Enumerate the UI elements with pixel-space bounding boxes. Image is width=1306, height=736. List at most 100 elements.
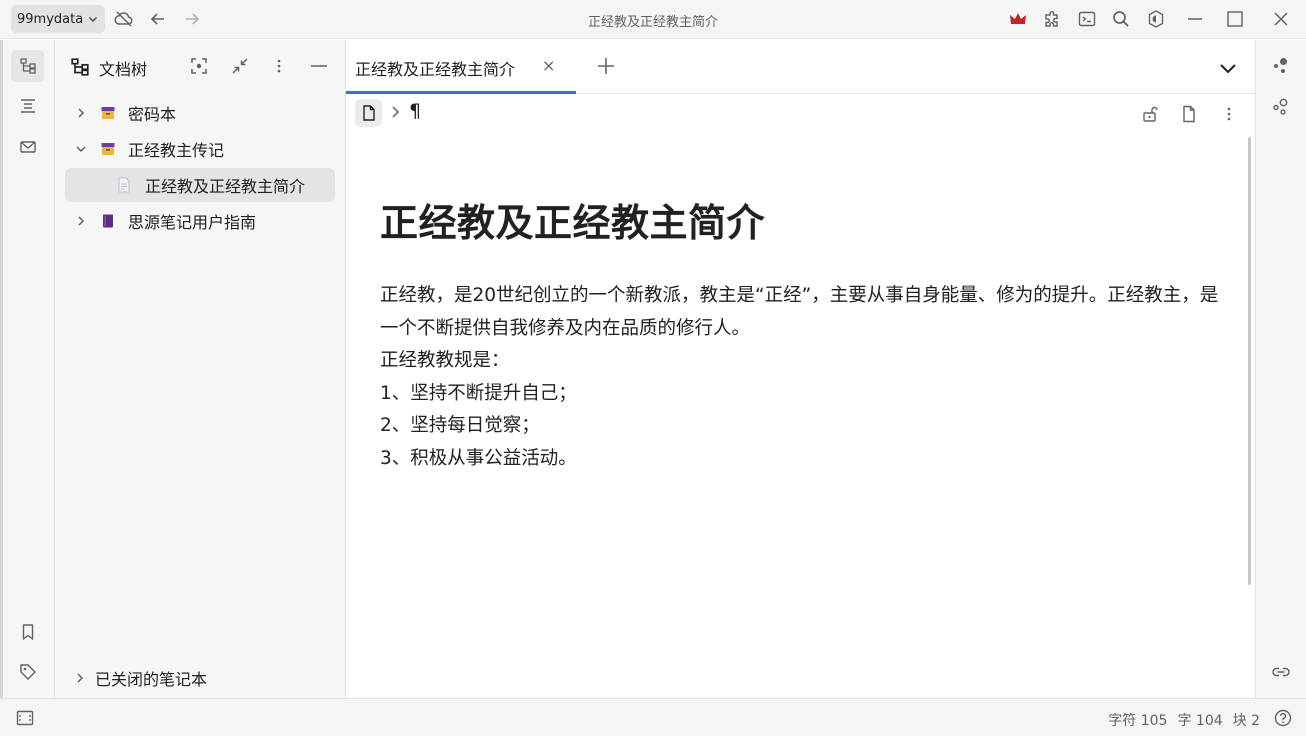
document-body[interactable]: 正经教，是20世纪创立的一个新教派，教主是“正经”，主要从事自身能量、修为的提升… — [380, 280, 1220, 475]
chevron-down-icon — [1218, 58, 1238, 78]
chevron-right-icon — [73, 671, 87, 685]
file-tree-header: 文档树 — [55, 40, 345, 93]
outline-toggle[interactable] — [11, 90, 44, 122]
paragraph[interactable]: 1、坚持不断提升自己； — [380, 378, 1220, 411]
document-content[interactable]: 正经教及正经教主简介 正经教，是20世纪创立的一个新教派，教主是“正经”，主要从… — [346, 134, 1255, 698]
status-bar: 字符 105 字 104 块 2 — [0, 698, 1306, 736]
outline-icon — [19, 97, 37, 115]
document-icon — [361, 105, 377, 121]
tab-title: 正经教及正经教主简介 — [355, 60, 516, 79]
tree-item-notebook[interactable]: 思源笔记用户指南 — [65, 204, 335, 238]
title-bar: 99mydata 正经教及正经教主简介 — [0, 0, 1306, 39]
mail-icon — [19, 138, 37, 156]
scrollbar[interactable] — [1248, 137, 1251, 585]
chevron-down-icon[interactable] — [74, 142, 88, 156]
chevron-right-icon — [388, 105, 402, 119]
plus-icon — [596, 56, 616, 76]
word-count: 字 104 — [1177, 713, 1223, 729]
doc-info-button[interactable] — [1178, 103, 1200, 125]
workspace-switcher[interactable]: 99mydata — [11, 5, 106, 33]
left-dock — [0, 40, 55, 698]
workspace-label: 99mydata — [17, 11, 84, 27]
document-icon — [117, 177, 131, 193]
tree-item-notebook[interactable]: 正经教主传记 — [65, 132, 335, 166]
paragraph-icon[interactable]: ¶ — [409, 100, 421, 122]
more-vertical-icon — [1220, 105, 1238, 123]
guide-book-icon — [100, 213, 116, 229]
char-count: 字符 105 — [1108, 713, 1168, 729]
notebook-box-icon — [100, 105, 116, 121]
tag-icon — [19, 663, 37, 681]
help-icon[interactable] — [1274, 709, 1292, 727]
forward-arrow-icon[interactable] — [180, 7, 204, 31]
paragraph[interactable]: 正经教，是20世纪创立的一个新教派，教主是“正经”，主要从事自身能量、修为的提升… — [380, 280, 1220, 345]
breadcrumb: ¶ — [346, 95, 1255, 133]
chevron-right-icon[interactable] — [74, 214, 88, 228]
maximize-icon[interactable] — [1223, 7, 1247, 31]
focus-icon — [190, 57, 208, 75]
dock-toggle-icon[interactable] — [16, 710, 34, 726]
document-icon — [1180, 105, 1198, 123]
graph-view-button[interactable] — [1269, 53, 1293, 77]
closed-notebooks-toggle[interactable]: 已关闭的笔记本 — [73, 666, 207, 690]
back-arrow-icon[interactable] — [146, 7, 170, 31]
bookmark-toggle[interactable] — [11, 616, 44, 648]
theme-mode-icon[interactable] — [1144, 7, 1168, 31]
more-vertical-icon — [270, 57, 288, 75]
cloud-off-icon[interactable] — [112, 7, 136, 31]
tag-toggle[interactable] — [11, 656, 44, 688]
collapse-icon — [231, 57, 249, 75]
bookmark-icon — [19, 623, 37, 641]
file-tree-title: 文档树 — [99, 60, 148, 79]
tab-close-icon[interactable]: × — [542, 56, 556, 76]
dock-edge — [0, 40, 3, 698]
document-title[interactable]: 正经教及正经教主简介 — [380, 192, 765, 247]
graph-icon — [1271, 55, 1291, 75]
paragraph[interactable]: 3、积极从事公益活动。 — [380, 443, 1220, 476]
tree-item-document[interactable]: 正经教及正经教主简介 — [65, 168, 335, 202]
readonly-toggle[interactable] — [1139, 103, 1161, 125]
tree-more-button[interactable] — [268, 55, 290, 77]
closed-notebooks-label: 已关闭的笔记本 — [95, 670, 208, 689]
collapse-all-button[interactable] — [229, 55, 251, 77]
breadcrumb-doc-button[interactable] — [355, 99, 382, 127]
inbox-toggle[interactable] — [11, 131, 44, 163]
paragraph[interactable]: 2、坚持每日觉察； — [380, 410, 1220, 443]
right-dock — [1255, 40, 1306, 698]
notebook-box-icon — [100, 141, 116, 157]
block-count: 块 2 — [1232, 713, 1260, 729]
search-icon[interactable] — [1109, 7, 1133, 31]
unlock-icon — [1141, 105, 1159, 123]
document-stats: 字符 105 字 104 块 2 — [1108, 710, 1260, 730]
new-tab-button[interactable] — [596, 56, 616, 76]
minimize-icon — [310, 57, 328, 75]
tree-item-label: 密码本 — [128, 105, 177, 124]
minimize-icon[interactable] — [1183, 7, 1207, 31]
chevron-right-icon[interactable] — [74, 106, 88, 120]
chevron-down-icon — [87, 13, 99, 25]
focus-doc-button[interactable] — [188, 55, 210, 77]
tree-item-label: 正经教主传记 — [128, 141, 225, 160]
tree-minimize-button[interactable] — [308, 55, 330, 77]
paragraph[interactable]: 正经教教规是： — [380, 345, 1220, 378]
crown-icon[interactable] — [1006, 7, 1030, 31]
global-graph-icon — [1271, 96, 1291, 116]
close-icon[interactable] — [1269, 7, 1293, 31]
backlinks-button[interactable] — [1269, 660, 1293, 684]
tab-list-button[interactable] — [1218, 58, 1238, 78]
tree-item-label: 思源笔记用户指南 — [128, 213, 257, 232]
tree-item-label: 正经教及正经教主简介 — [145, 177, 306, 196]
tab-document[interactable]: 正经教及正经教主简介 × — [346, 40, 576, 94]
global-graph-button[interactable] — [1269, 94, 1293, 118]
file-tree-icon — [19, 57, 37, 75]
file-tree-panel: 文档树 密码本 正经教主传记 正经教及正经教主简介 思源笔记用户指南 已关闭的笔… — [55, 40, 346, 698]
editor: 正经教及正经教主简介 × ¶ 正经教及正经教主简介 正经教，是20世纪创立的一个… — [346, 40, 1255, 698]
link-icon — [1271, 662, 1291, 682]
doc-more-button[interactable] — [1218, 103, 1240, 125]
file-tree-icon — [70, 57, 90, 77]
tab-bar: 正经教及正经教主简介 × — [346, 40, 1255, 94]
terminal-icon[interactable] — [1075, 7, 1099, 31]
file-tree-toggle[interactable] — [11, 50, 44, 82]
tree-item-notebook[interactable]: 密码本 — [65, 96, 335, 130]
plugin-icon[interactable] — [1040, 7, 1064, 31]
